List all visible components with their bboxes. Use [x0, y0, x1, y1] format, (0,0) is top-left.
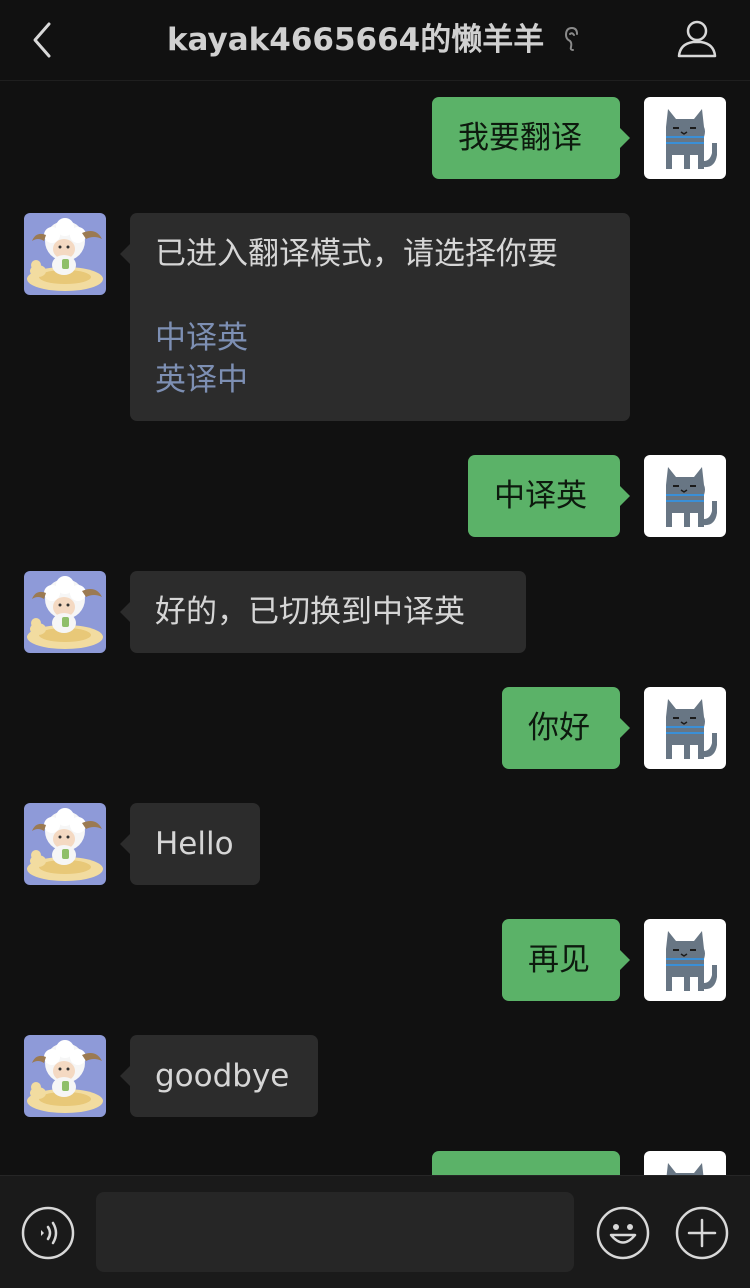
incoming-bubble[interactable]: goodbye: [130, 1035, 318, 1117]
back-chevron-left-icon[interactable]: [22, 18, 66, 62]
contact-avatar[interactable]: [24, 803, 106, 885]
message-text: 我要翻译: [458, 120, 582, 156]
outgoing-bubble[interactable]: 你好: [502, 687, 620, 769]
message-text: goodbye: [155, 1058, 290, 1094]
self-avatar[interactable]: [644, 97, 726, 179]
message-text: 再见: [528, 942, 590, 978]
bubble-tail: [620, 718, 630, 738]
option-link-zh-en[interactable]: 中译英: [155, 317, 605, 359]
incoming-bubble[interactable]: Hello: [130, 803, 260, 885]
message-input[interactable]: [96, 1192, 574, 1272]
outgoing-bubble[interactable]: 中译英: [468, 455, 620, 537]
message-text: 你好: [528, 710, 590, 746]
outgoing-bubble[interactable]: 我要翻译: [432, 97, 620, 179]
message-text: 已进入翻译模式，请选择你要: [155, 236, 558, 272]
incoming-bubble[interactable]: 已进入翻译模式，请选择你要 中译英 英译中: [130, 213, 630, 421]
bubble-tail: [620, 950, 630, 970]
bubble-tail: [120, 1066, 130, 1086]
option-link-en-zh[interactable]: 英译中: [155, 359, 605, 401]
chat-title-container: kayak4665664的懒羊羊: [120, 18, 630, 62]
emoji-icon[interactable]: [596, 1206, 650, 1260]
bubble-tail: [120, 834, 130, 854]
self-avatar[interactable]: [644, 455, 726, 537]
input-bar: [0, 1175, 750, 1288]
bubble-tail: [120, 602, 130, 622]
outgoing-bubble[interactable]: 再见: [502, 919, 620, 1001]
contact-avatar[interactable]: [24, 213, 106, 295]
plus-icon[interactable]: [675, 1206, 729, 1260]
message-text: Hello: [155, 826, 234, 862]
chat-header: kayak4665664的懒羊羊: [0, 0, 750, 81]
incoming-bubble[interactable]: 好的，已切换到中译英: [130, 571, 526, 653]
person-icon[interactable]: [674, 16, 720, 62]
contact-avatar[interactable]: [24, 1035, 106, 1117]
message-text: 中译英: [494, 478, 587, 514]
self-avatar[interactable]: [644, 919, 726, 1001]
chat-title: kayak4665664的懒羊羊: [166, 22, 545, 58]
voice-icon[interactable]: [21, 1206, 75, 1260]
contact-avatar[interactable]: [24, 571, 106, 653]
self-avatar[interactable]: [644, 687, 726, 769]
message-text: 好的，已切换到中译英: [155, 594, 465, 630]
ear-icon: [565, 26, 579, 51]
bubble-tail: [620, 486, 630, 506]
bubble-tail: [120, 244, 130, 264]
bubble-tail: [620, 128, 630, 148]
